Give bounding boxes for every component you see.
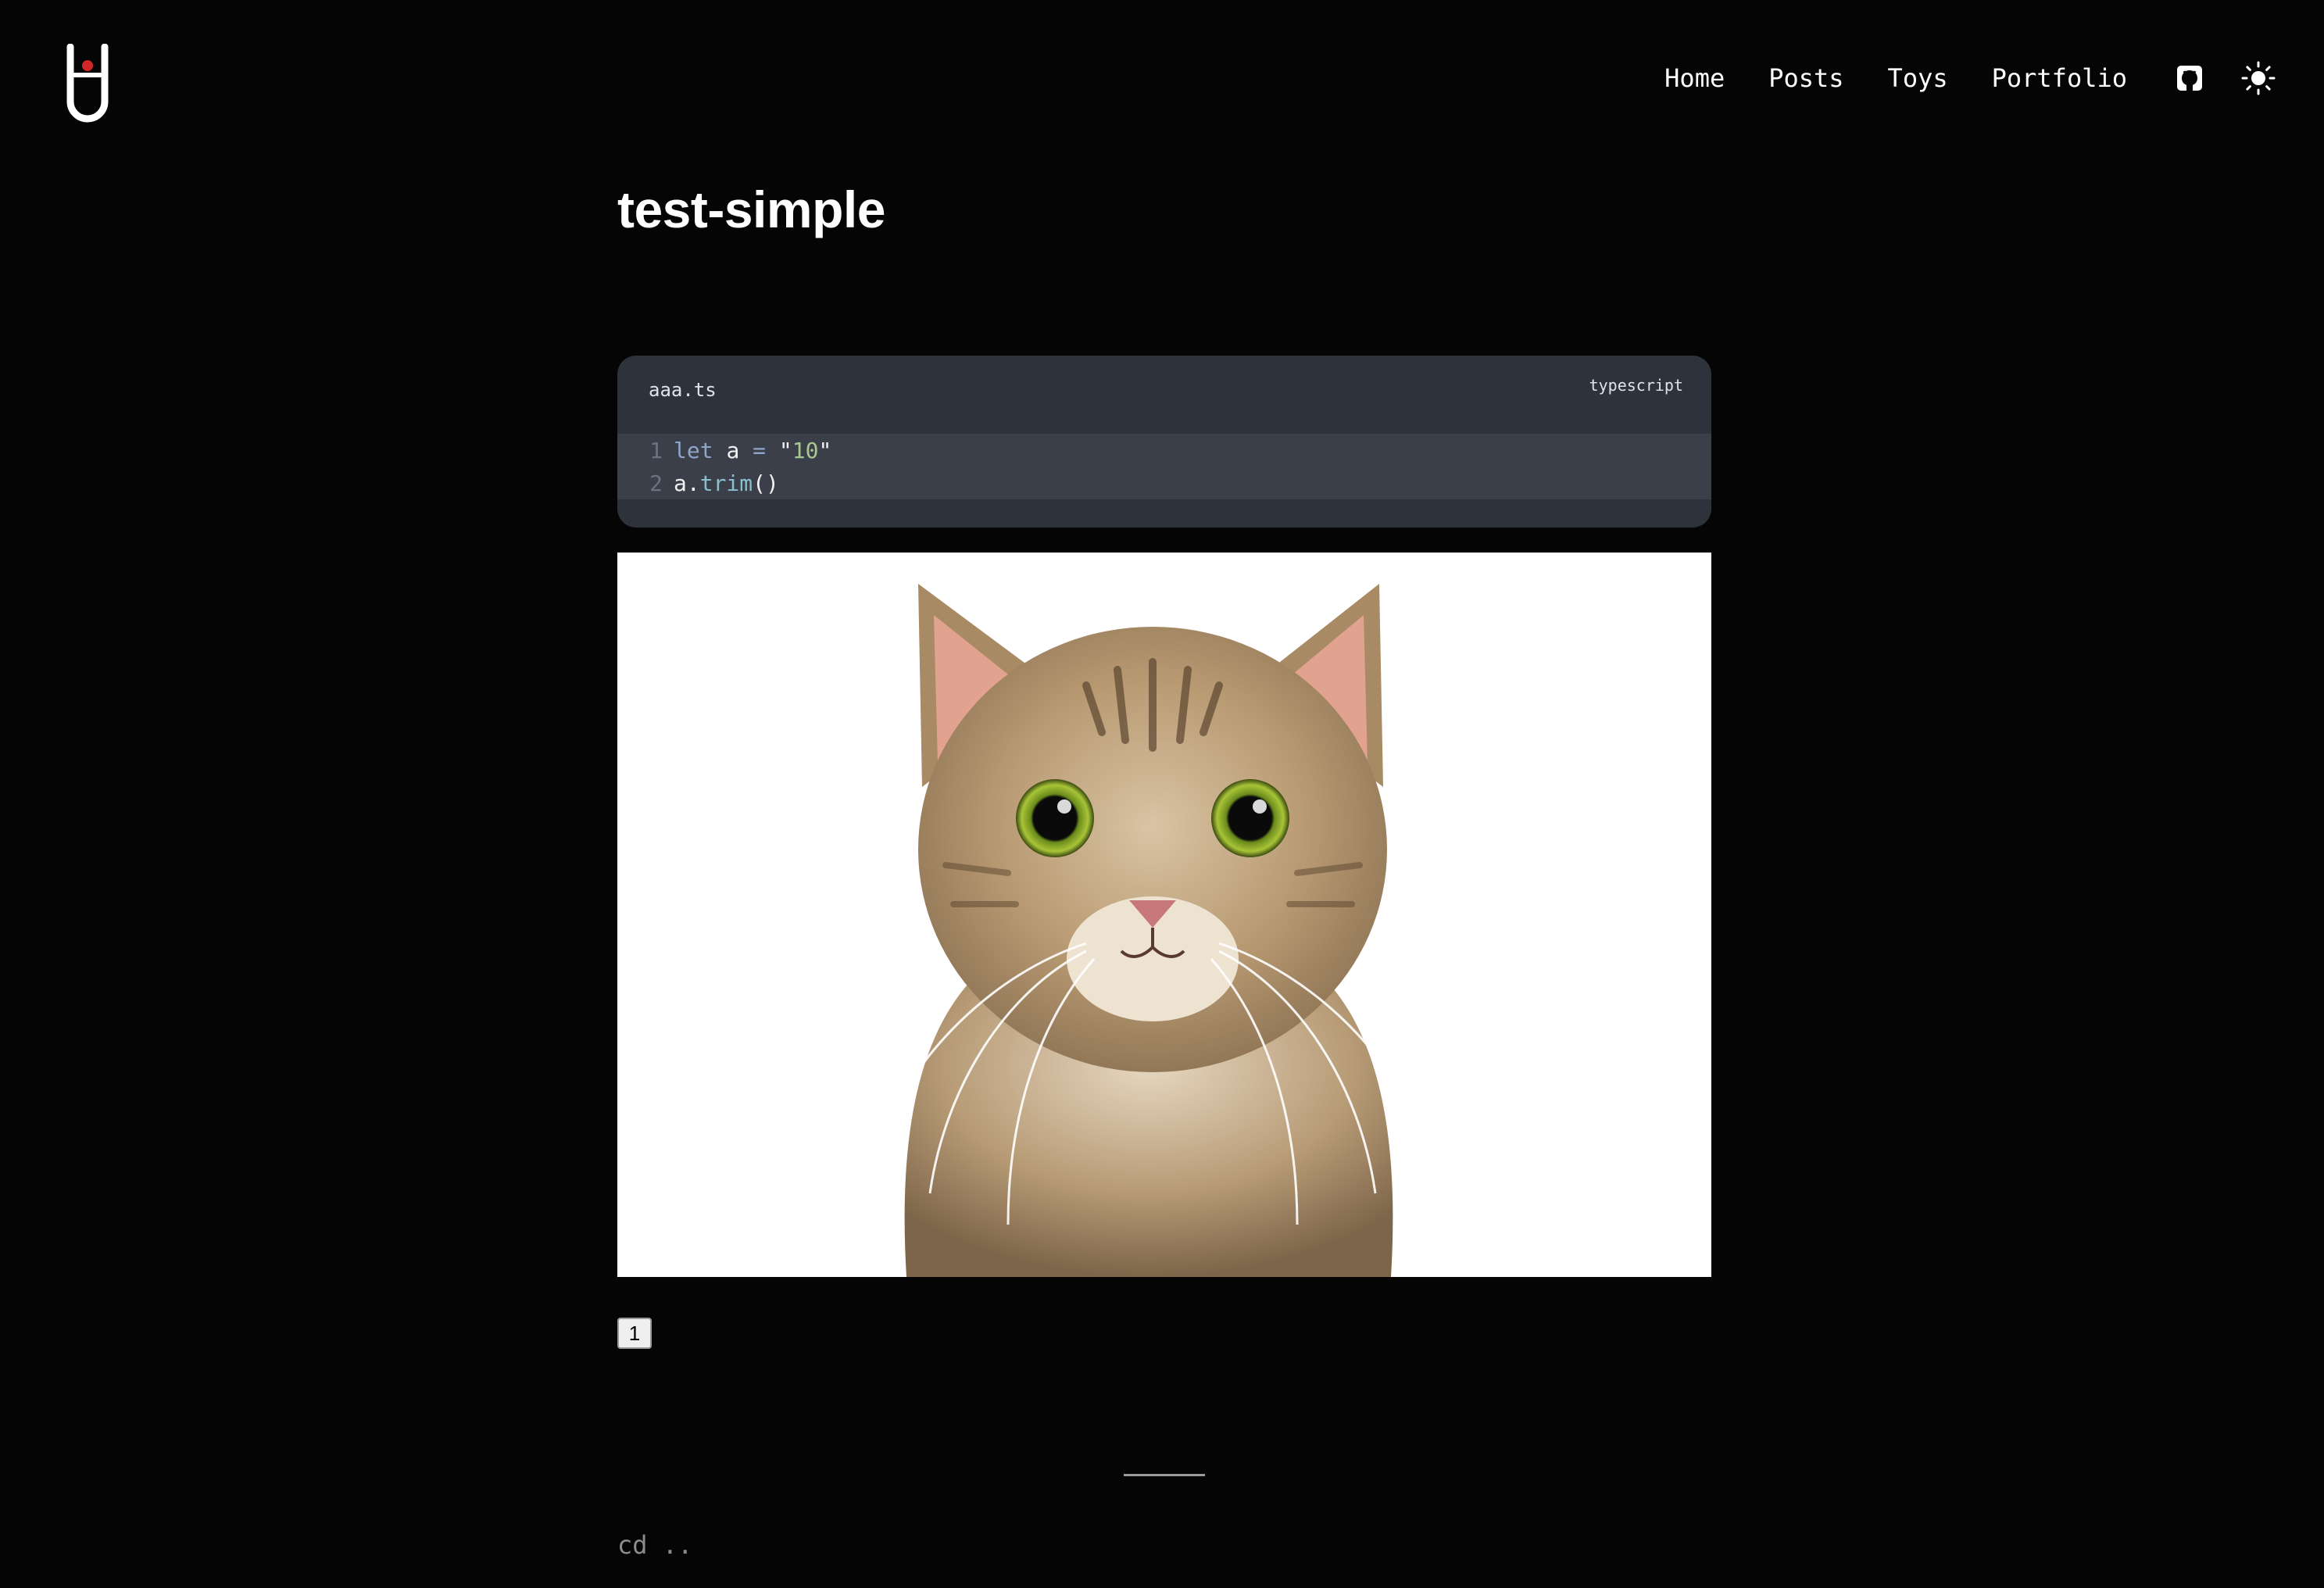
page-title: test-simple bbox=[617, 181, 885, 238]
line-number: 2 bbox=[649, 470, 663, 496]
code-block: aaa.ts typescript 1 let a = "10" 2 a.tri… bbox=[617, 356, 1711, 528]
back-link[interactable]: cd .. bbox=[617, 1530, 692, 1560]
cat-photo bbox=[617, 553, 1711, 1277]
nav-home-link[interactable]: Home bbox=[1664, 63, 1725, 93]
code-filename: aaa.ts bbox=[649, 379, 717, 401]
page: Home Posts Toys Portfolio test-simple aa… bbox=[0, 0, 2324, 1588]
code-line: 1 let a = "10" bbox=[617, 434, 1711, 467]
line-number: 1 bbox=[649, 437, 663, 463]
test-tube-logo-icon[interactable] bbox=[63, 44, 113, 125]
page-number-button[interactable]: 1 bbox=[617, 1318, 652, 1349]
github-icon[interactable] bbox=[2171, 59, 2208, 97]
code-line: 2 a.trim() bbox=[617, 467, 1711, 499]
code-body[interactable]: 1 let a = "10" 2 a.trim() bbox=[617, 434, 1711, 499]
code-text: a.trim() bbox=[674, 470, 779, 496]
footer-divider bbox=[1124, 1474, 1205, 1476]
nav-toys-link[interactable]: Toys bbox=[1888, 63, 1948, 93]
main-nav: Home Posts Toys Portfolio bbox=[1664, 50, 2277, 106]
code-language-label: typescript bbox=[1589, 376, 1683, 395]
sun-icon[interactable] bbox=[2240, 59, 2277, 97]
nav-posts-link[interactable]: Posts bbox=[1768, 63, 1843, 93]
nav-portfolio-link[interactable]: Portfolio bbox=[1992, 63, 2127, 93]
code-text: let a = "10" bbox=[674, 437, 832, 463]
cat-illustration bbox=[874, 584, 1432, 1277]
